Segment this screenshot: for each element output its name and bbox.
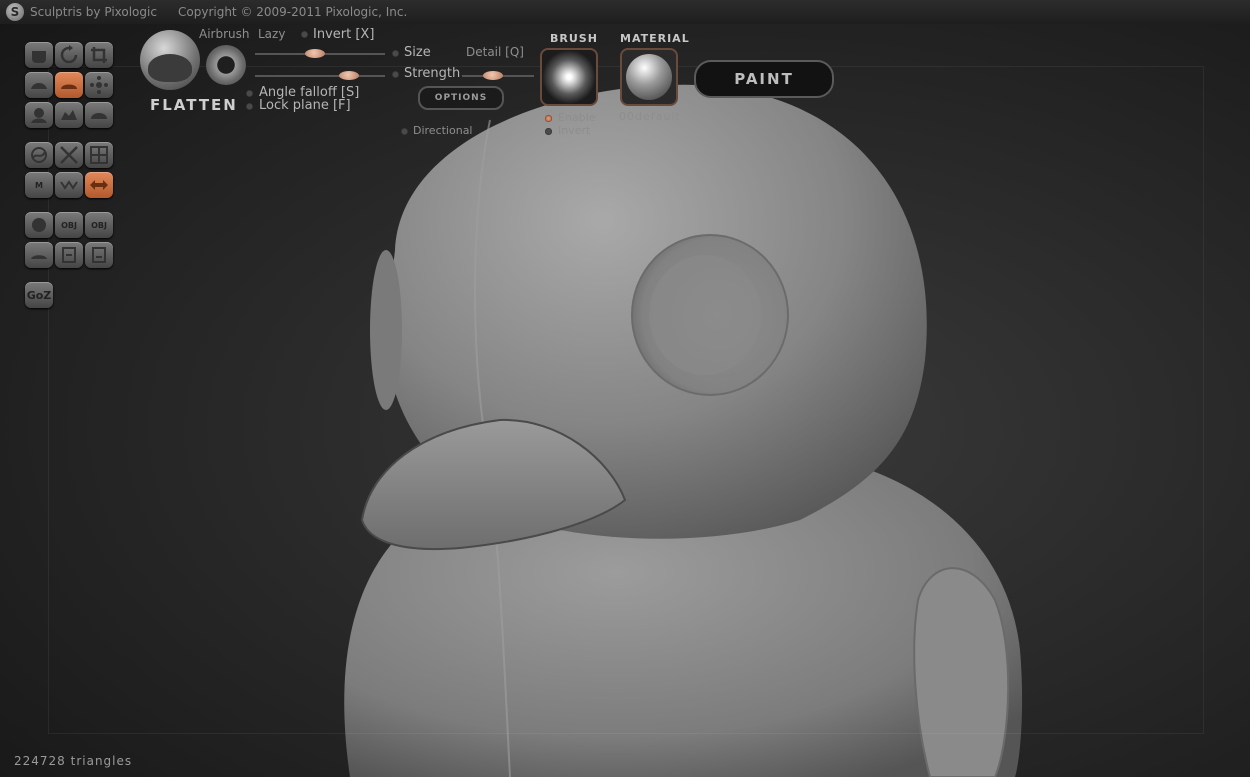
invert-label: Invert [X] — [313, 27, 375, 42]
pinch-tool-button[interactable] — [25, 102, 53, 128]
viewport-frame — [48, 66, 1204, 734]
export-obj-button[interactable]: OBJ — [85, 212, 113, 238]
material-name: 00default — [619, 110, 681, 123]
size-label: Size — [404, 45, 431, 60]
crease-tool-button[interactable] — [55, 102, 83, 128]
brush-invert-radio[interactable] — [545, 128, 552, 135]
wireframe-off-tool-button[interactable] — [55, 142, 83, 168]
airbrush-label: Airbrush — [199, 27, 250, 41]
grid-tool-button[interactable] — [85, 142, 113, 168]
crop-tool-button[interactable] — [85, 42, 113, 68]
flatten-tool-button[interactable] — [55, 72, 83, 98]
invert-radio[interactable] — [301, 31, 308, 38]
material-section-title: MATERIAL — [620, 32, 690, 45]
brush-alpha-preview[interactable] — [540, 48, 598, 106]
paint-button[interactable]: PAINT — [694, 60, 834, 98]
strength-label: Strength — [404, 66, 461, 81]
brush-type-icon[interactable] — [140, 30, 200, 90]
strength-radio[interactable] — [392, 71, 399, 78]
strength-slider-track[interactable] — [255, 75, 385, 77]
size-radio[interactable] — [392, 50, 399, 57]
save-file-button[interactable] — [85, 242, 113, 268]
wave-tool-button[interactable] — [55, 172, 83, 198]
mirror-tool-button[interactable] — [85, 172, 113, 198]
rotate-tool-button[interactable] — [55, 42, 83, 68]
material-preview[interactable] — [620, 48, 678, 106]
brush-enable-label: Enable — [558, 111, 596, 124]
new-sphere-button[interactable] — [25, 212, 53, 238]
strength-slider-knob[interactable] — [339, 71, 359, 80]
detail-label: Detail [Q] — [466, 45, 524, 59]
new-plane-button[interactable] — [25, 242, 53, 268]
draw-tool-button[interactable] — [25, 42, 53, 68]
airbrush-toggle-icon[interactable] — [206, 45, 246, 85]
symmetry-tool-button[interactable] — [25, 142, 53, 168]
import-obj-button[interactable]: OBJ — [55, 212, 83, 238]
options-button[interactable]: OPTIONS — [418, 86, 504, 110]
move-tool-button[interactable] — [85, 72, 113, 98]
directional-radio[interactable] — [401, 128, 408, 135]
goz-button[interactable]: GoZ — [25, 282, 53, 308]
triangle-count: 224728 triangles — [14, 754, 133, 768]
lazy-label: Lazy — [258, 27, 286, 41]
brush-enable-radio[interactable] — [545, 115, 552, 122]
brush-invert-label: Invert — [558, 124, 591, 137]
brush-section-title: BRUSH — [550, 32, 598, 45]
lock-plane-radio[interactable] — [246, 103, 253, 110]
mask-tool-button[interactable]: M — [25, 172, 53, 198]
detail-slider-knob[interactable] — [483, 71, 503, 80]
brush-name: FLATTEN — [150, 96, 238, 114]
size-slider-knob[interactable] — [305, 49, 325, 58]
angle-falloff-radio[interactable] — [246, 90, 253, 97]
open-file-button[interactable] — [55, 242, 83, 268]
smooth-tool-button[interactable] — [85, 102, 113, 128]
lock-plane-label: Lock plane [F] — [259, 98, 351, 113]
inflate-tool-button[interactable] — [25, 72, 53, 98]
directional-label: Directional — [413, 124, 473, 137]
